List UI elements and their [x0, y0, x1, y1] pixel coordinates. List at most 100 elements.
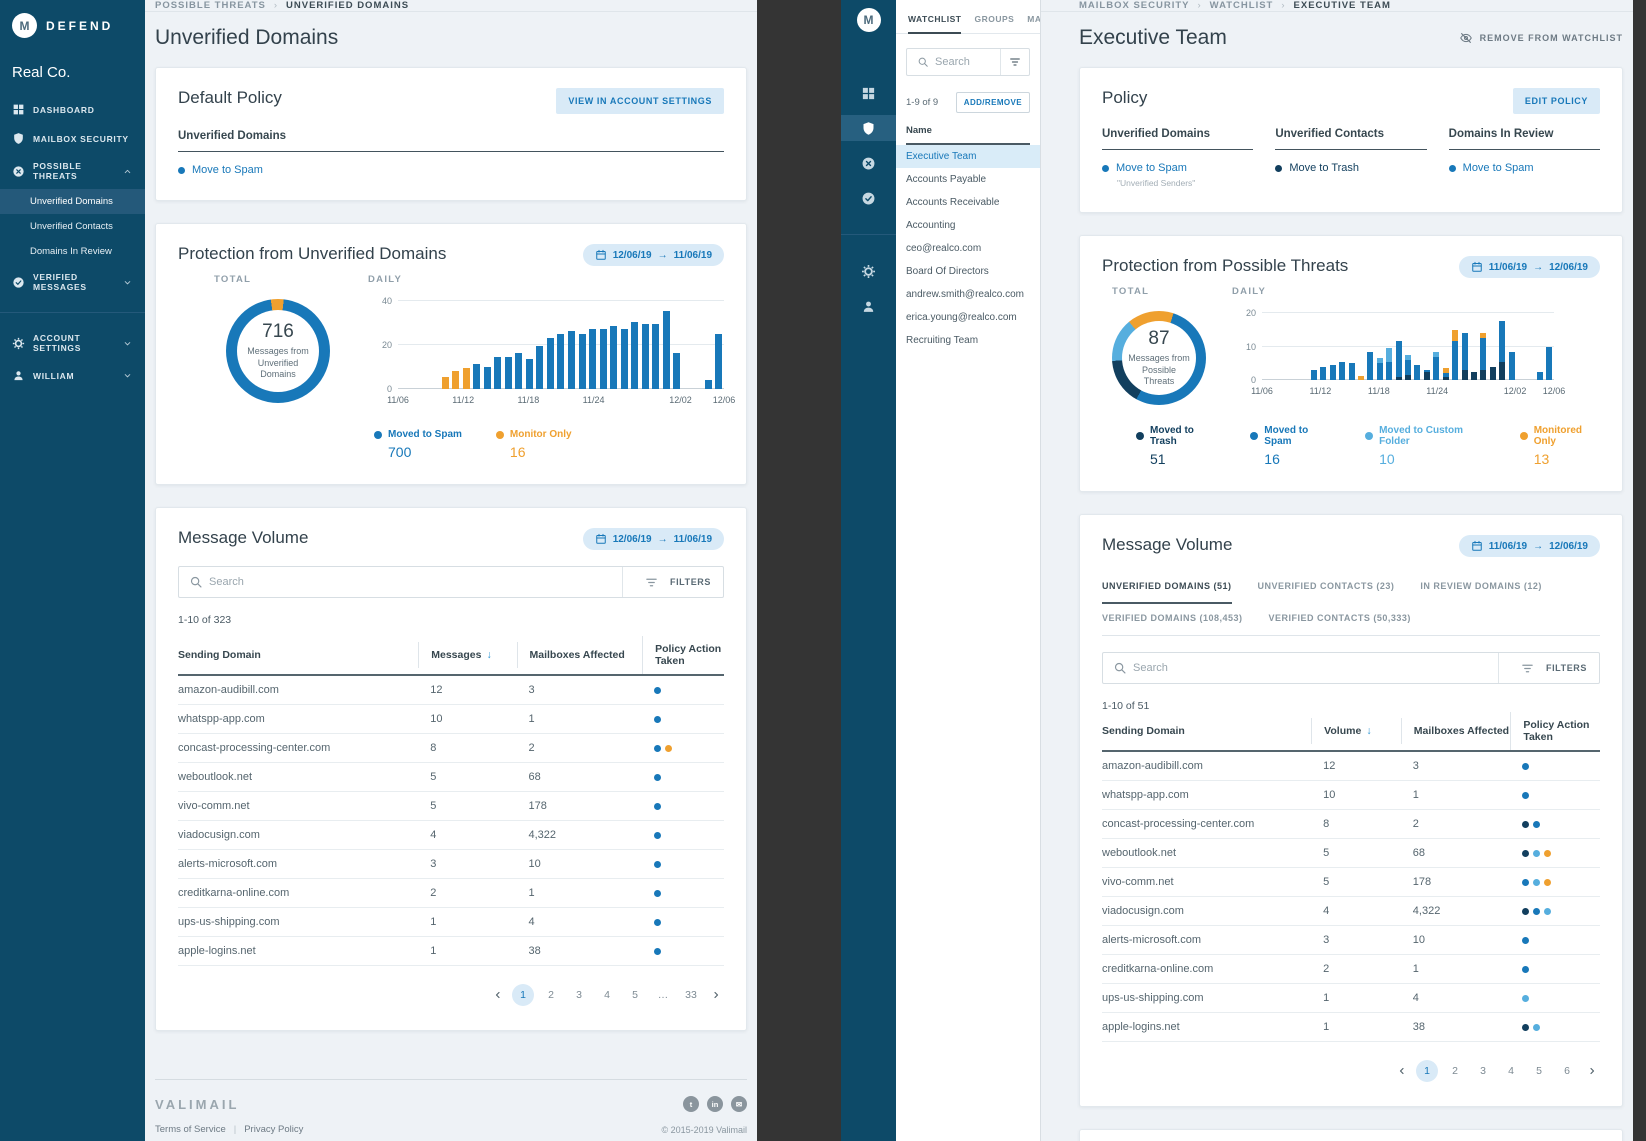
- page-button-2[interactable]: 2: [540, 984, 562, 1006]
- sidebar-item-william[interactable]: WILLIAM: [0, 361, 145, 390]
- app-logo[interactable]: M DEFEND: [0, 0, 145, 48]
- rail-item-threat[interactable]: [841, 150, 896, 176]
- column-header-policy-action-taken[interactable]: Policy Action Taken: [642, 636, 724, 674]
- sidebar-item-account-settings[interactable]: ACCOUNT SETTINGS: [0, 325, 145, 361]
- valimail-m-logo-icon[interactable]: M: [857, 8, 881, 32]
- list-item-accounts-receivable[interactable]: Accounts Receivable: [896, 191, 1040, 214]
- tab-unverified-domains-51[interactable]: UNVERIFIED DOMAINS (51): [1102, 571, 1232, 603]
- table-row[interactable]: amazon-audibill.com123: [178, 676, 724, 705]
- page-button-6[interactable]: 6: [1556, 1060, 1578, 1082]
- privacy-policy-link[interactable]: Privacy Policy: [244, 1124, 303, 1135]
- table-row[interactable]: vivo-comm.net5178: [1102, 868, 1600, 897]
- column-header-mailboxes-affected[interactable]: Mailboxes Affected: [517, 642, 643, 668]
- column-header-sending-domain[interactable]: Sending Domain: [1102, 718, 1311, 744]
- rail-item-person[interactable]: [841, 293, 896, 319]
- column-header-mailboxes-affected[interactable]: Mailboxes Affected: [1401, 718, 1511, 744]
- column-header-messages[interactable]: Messages: [418, 642, 516, 668]
- table-row[interactable]: apple-logins.net138: [1102, 1013, 1600, 1042]
- rail-item-dashboard[interactable]: [841, 80, 896, 106]
- table-row[interactable]: weboutlook.net568: [178, 763, 724, 792]
- edit-policy-button[interactable]: EDIT POLICY: [1513, 88, 1600, 114]
- twitter-icon[interactable]: t: [683, 1096, 699, 1112]
- date-range-picker[interactable]: 12/06/19 11/06/19: [583, 244, 724, 266]
- page-button-5[interactable]: 5: [1528, 1060, 1550, 1082]
- list-item-accounts-payable[interactable]: Accounts Payable: [896, 168, 1040, 191]
- tab-mailboxes[interactable]: MAILBOXES: [1027, 14, 1041, 33]
- tab-watchlist[interactable]: WATCHLIST: [908, 14, 961, 33]
- breadcrumb-item[interactable]: MAILBOX SECURITY: [1079, 0, 1189, 11]
- list-item-erica-young-realco-com[interactable]: erica.young@realco.com: [896, 306, 1040, 329]
- filter-icon[interactable]: [1000, 49, 1029, 75]
- list-item-andrew-smith-realco-com[interactable]: andrew.smith@realco.com: [896, 283, 1040, 306]
- table-row[interactable]: concast-processing-center.com82: [178, 734, 724, 763]
- add-remove-button[interactable]: ADD/REMOVE: [956, 92, 1030, 113]
- table-row[interactable]: viadocusign.com44,322: [1102, 897, 1600, 926]
- prev-page-button[interactable]: [1394, 1065, 1410, 1077]
- rail-item-gear[interactable]: [841, 258, 896, 284]
- page-button-1[interactable]: 1: [1416, 1060, 1438, 1082]
- table-row[interactable]: concast-processing-center.com82: [1102, 810, 1600, 839]
- table-row[interactable]: amazon-audibill.com123: [1102, 752, 1600, 781]
- page-button-3[interactable]: 3: [568, 984, 590, 1006]
- sidebar-subitem-domains-in-review[interactable]: Domains In Review: [0, 239, 145, 264]
- table-row[interactable]: whatspp-app.com101: [178, 705, 724, 734]
- date-range-picker[interactable]: 12/06/19 11/06/19: [583, 528, 724, 550]
- tab-verified-domains-108-453[interactable]: VERIFIED DOMAINS (108,453): [1102, 603, 1243, 635]
- sidebar-subitem-unverified-contacts[interactable]: Unverified Contacts: [0, 214, 145, 239]
- view-in-account-settings-button[interactable]: VIEW IN ACCOUNT SETTINGS: [556, 88, 724, 114]
- table-row[interactable]: ups-us-shipping.com14: [178, 908, 724, 937]
- table-row[interactable]: viadocusign.com44,322: [178, 821, 724, 850]
- breadcrumb-item[interactable]: POSSIBLE THREATS: [155, 0, 266, 11]
- sidebar-item-mailbox-security[interactable]: MAILBOX SECURITY: [0, 124, 145, 153]
- rail-item-verified[interactable]: [841, 185, 896, 211]
- table-row[interactable]: creditkarna-online.com21: [178, 879, 724, 908]
- prev-page-button[interactable]: [490, 989, 506, 1001]
- linkedin-icon[interactable]: in: [707, 1096, 723, 1112]
- column-header-policy-action-taken[interactable]: Policy Action Taken: [1510, 712, 1600, 750]
- page-button-1[interactable]: 1: [512, 984, 534, 1006]
- name-column-header[interactable]: Name: [906, 125, 1030, 145]
- list-item-accounting[interactable]: Accounting: [896, 214, 1040, 237]
- breadcrumb-item[interactable]: WATCHLIST: [1210, 0, 1274, 11]
- date-range-picker[interactable]: 11/06/19 12/06/19: [1459, 256, 1600, 278]
- list-item-board-of-directors[interactable]: Board Of Directors: [896, 260, 1040, 283]
- page-button-4[interactable]: 4: [1500, 1060, 1522, 1082]
- table-row[interactable]: alerts-microsoft.com310: [178, 850, 724, 879]
- column-header-volume[interactable]: Volume: [1311, 718, 1401, 744]
- list-item-ceo-realco-com[interactable]: ceo@realco.com: [896, 237, 1040, 260]
- sidebar-subitem-unverified-domains[interactable]: Unverified Domains: [0, 189, 145, 214]
- terms-of-service-link[interactable]: Terms of Service: [155, 1124, 226, 1135]
- column-header-sending-domain[interactable]: Sending Domain: [178, 642, 418, 668]
- email-icon[interactable]: ✉: [731, 1096, 747, 1112]
- list-item-executive-team[interactable]: Executive Team: [896, 145, 1040, 168]
- sidebar-item-dashboard[interactable]: DASHBOARD: [0, 95, 145, 124]
- table-row[interactable]: weboutlook.net568: [1102, 839, 1600, 868]
- sidebar-item-verified-messages[interactable]: VERIFIED MESSAGES: [0, 264, 145, 300]
- tab-verified-contacts-50-333[interactable]: VERIFIED CONTACTS (50,333): [1269, 603, 1411, 635]
- remove-from-watchlist-button[interactable]: REMOVE FROM WATCHLIST: [1459, 31, 1623, 45]
- filters-button[interactable]: FILTERS: [622, 567, 723, 597]
- page-button-5[interactable]: 5: [624, 984, 646, 1006]
- search-input[interactable]: [1133, 662, 1498, 674]
- tab-in-review-domains-12[interactable]: IN REVIEW DOMAINS (12): [1420, 571, 1542, 603]
- table-row[interactable]: apple-logins.net138: [178, 937, 724, 966]
- rail-item-shield[interactable]: [841, 115, 896, 141]
- table-row[interactable]: ups-us-shipping.com14: [1102, 984, 1600, 1013]
- page-button-3[interactable]: 3: [1472, 1060, 1494, 1082]
- date-range-picker[interactable]: 11/06/19 12/06/19: [1459, 535, 1600, 557]
- page-button-33[interactable]: 33: [680, 984, 702, 1006]
- next-page-button[interactable]: [708, 989, 724, 1001]
- next-page-button[interactable]: [1584, 1065, 1600, 1077]
- table-row[interactable]: vivo-comm.net5178: [178, 792, 724, 821]
- table-row[interactable]: alerts-microsoft.com310: [1102, 926, 1600, 955]
- search-input[interactable]: [209, 576, 622, 588]
- tab-unverified-contacts-23[interactable]: UNVERIFIED CONTACTS (23): [1258, 571, 1395, 603]
- table-row[interactable]: creditkarna-online.com21: [1102, 955, 1600, 984]
- list-item-recruiting-team[interactable]: Recruiting Team: [896, 329, 1040, 352]
- sidebar-item-possible-threats[interactable]: POSSIBLE THREATS: [0, 153, 145, 189]
- watchlist-search-input[interactable]: [935, 56, 1000, 68]
- table-row[interactable]: whatspp-app.com101: [1102, 781, 1600, 810]
- page-button-2[interactable]: 2: [1444, 1060, 1466, 1082]
- page-button-4[interactable]: 4: [596, 984, 618, 1006]
- tab-groups[interactable]: GROUPS: [974, 14, 1014, 33]
